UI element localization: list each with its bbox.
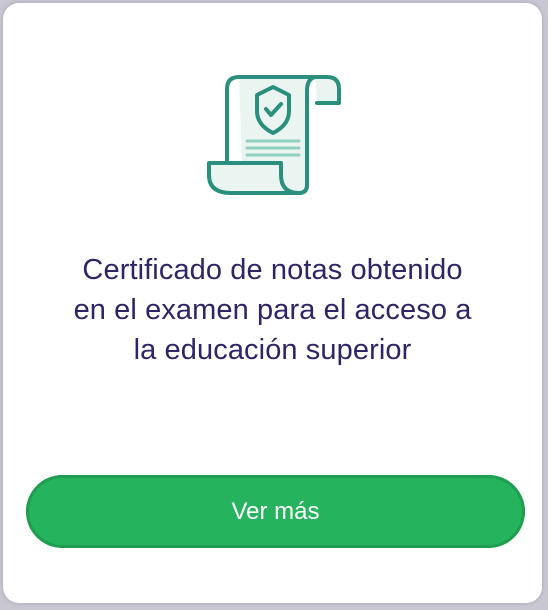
card-title-line: en el examen para el acceso a (73, 294, 472, 326)
card-title-line: Certificado de notas obtenido (82, 254, 463, 286)
card-title-line: la educación superior (133, 334, 412, 366)
certificate-scroll-icon (203, 67, 353, 199)
certificate-card: Certificado de notas obtenido en el exam… (3, 3, 542, 603)
ver-mas-button[interactable]: Ver más (26, 475, 525, 548)
card-title: Certificado de notas obtenido en el exam… (19, 250, 526, 370)
